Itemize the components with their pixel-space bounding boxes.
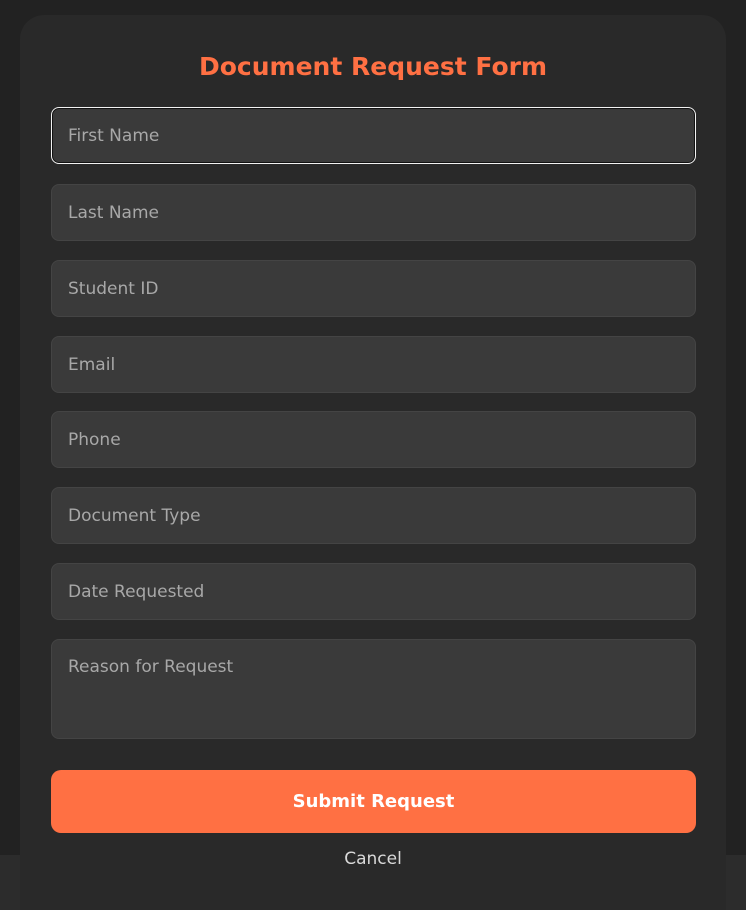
student-id-input[interactable] — [51, 260, 696, 317]
document-request-card: Document Request Form Submit Request Can… — [20, 15, 726, 910]
form-title: Document Request Form — [198, 52, 547, 81]
submit-request-button[interactable]: Submit Request — [51, 770, 696, 833]
first-name-input[interactable] — [51, 107, 696, 164]
document-type-input[interactable] — [51, 487, 696, 544]
last-name-input[interactable] — [51, 184, 696, 241]
date-requested-input[interactable] — [51, 563, 696, 620]
cancel-link[interactable]: Cancel — [20, 849, 726, 869]
reason-textarea[interactable] — [51, 639, 696, 739]
email-input[interactable] — [51, 336, 696, 393]
phone-input[interactable] — [51, 411, 696, 468]
